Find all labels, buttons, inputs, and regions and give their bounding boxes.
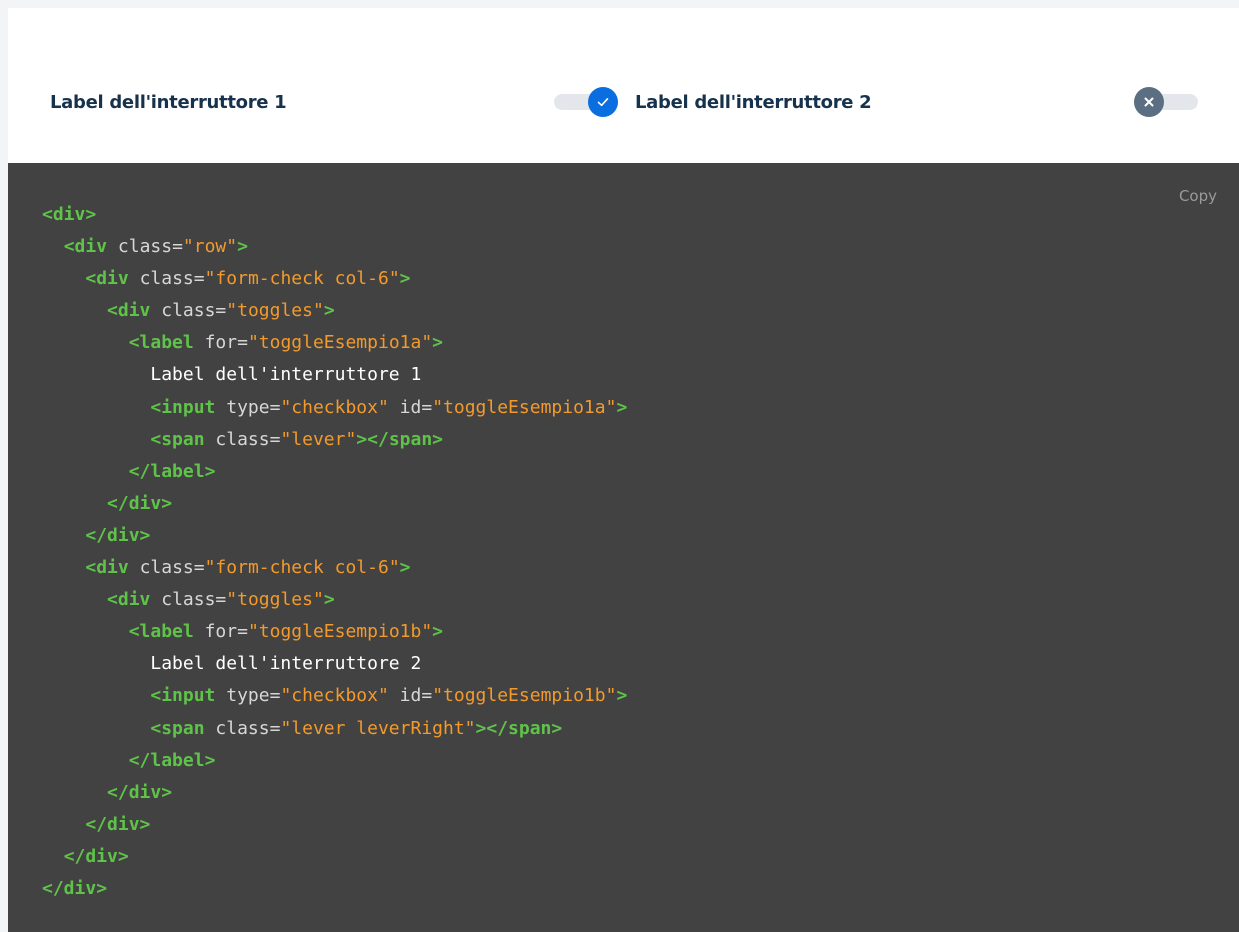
toggle-row-1[interactable]: Label dell'interruttore 1 (50, 86, 618, 118)
toggle-knob[interactable] (588, 87, 618, 117)
code-line: <label for="toggleEsempio1b"> (128, 621, 444, 643)
toggle-label-2: Label dell'interruttore 2 (635, 91, 872, 113)
close-icon (1142, 95, 1156, 109)
code-line: </label> (128, 460, 216, 482)
code-block: <div> <div class="row"> <div class="form… (42, 199, 627, 905)
toggle-row-2[interactable]: Label dell'interruttore 2 (635, 86, 1198, 118)
toggle-switch-1[interactable] (554, 86, 618, 118)
toggle-label-1: Label dell'interruttore 1 (50, 91, 287, 113)
copy-button[interactable]: Copy (1179, 187, 1217, 205)
code-line: Label dell'interruttore 1 (150, 364, 422, 386)
code-line: <input type="checkbox" id="toggleEsempio… (150, 396, 628, 418)
code-panel: Copy <div> <div class="row"> <div class=… (8, 163, 1239, 932)
code-line: <label for="toggleEsempio1a"> (128, 332, 444, 354)
code-line: Label dell'interruttore 2 (150, 653, 422, 675)
code-line: <div class="row"> (63, 236, 248, 258)
code-line: </div> (107, 492, 173, 514)
code-line: <div class="toggles"> (107, 300, 335, 322)
toggle-demo-panel: Label dell'interruttore 1 Label dell'int… (8, 8, 1239, 163)
code-line: <div class="toggles"> (107, 589, 335, 611)
code-line: <div> (42, 204, 97, 225)
code-line: <input type="checkbox" id="toggleEsempio… (150, 685, 628, 707)
code-line: <span class="lever leverRight"></span> (150, 717, 563, 739)
code-line: </div> (42, 877, 108, 899)
code-line: </div> (85, 813, 151, 835)
check-icon (595, 94, 611, 110)
code-line: </div> (107, 781, 173, 803)
code-line: <div class="form-check col-6"> (85, 557, 411, 579)
code-line: </div> (63, 845, 129, 867)
code-line: </label> (128, 749, 216, 771)
code-line: <span class="lever"></span> (150, 428, 444, 450)
toggle-knob[interactable] (1134, 87, 1164, 117)
code-line: <div class="form-check col-6"> (85, 268, 411, 290)
code-line: </div> (85, 524, 151, 546)
toggle-switch-2[interactable] (1134, 86, 1198, 118)
